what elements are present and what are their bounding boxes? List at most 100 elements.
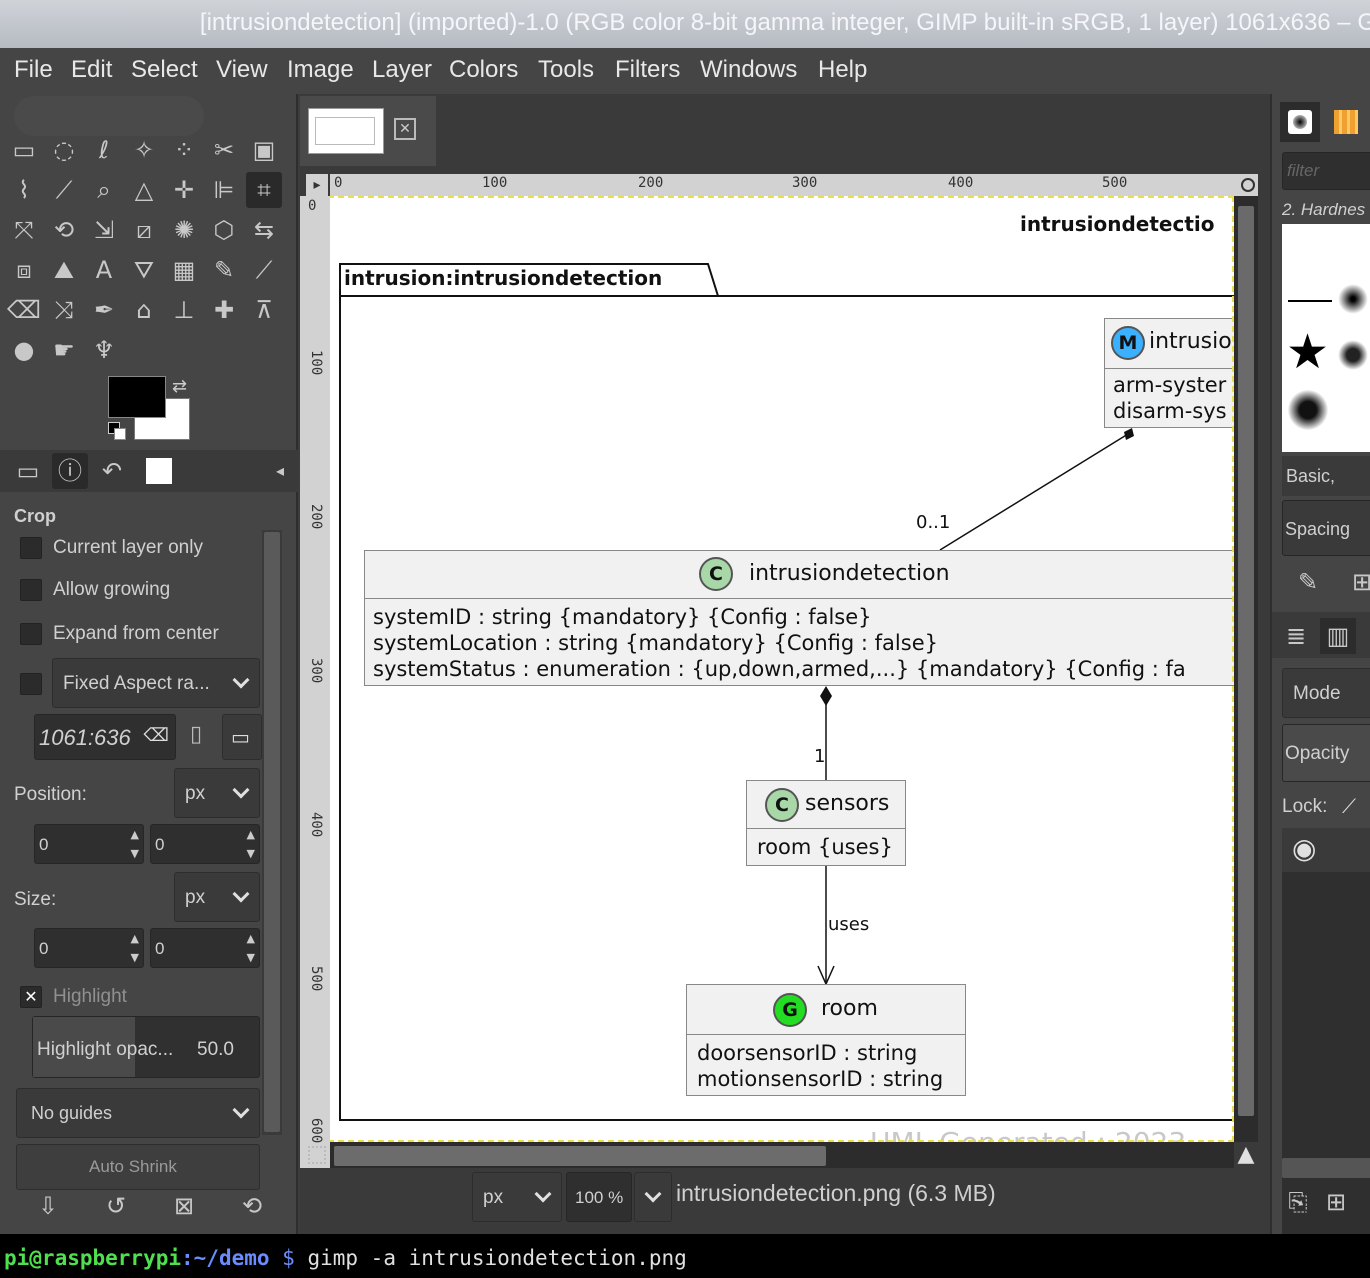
zoom-fit-icon[interactable]: [1238, 174, 1258, 196]
aspect-ratio-input[interactable]: 1061:636 ⌫: [34, 714, 176, 760]
size-height-input[interactable]: 0 ▲ ▼: [150, 928, 260, 968]
ellipse-select-icon[interactable]: ◌: [46, 132, 82, 168]
configure-tab-icon[interactable]: ◂: [262, 453, 298, 489]
spin-buttons-icon[interactable]: ▲ ▼: [247, 825, 255, 863]
size-unit-dropdown[interactable]: px: [174, 872, 260, 922]
clone-icon[interactable]: ⊥: [166, 292, 202, 328]
airbrush-icon[interactable]: ⤨: [46, 292, 82, 328]
align-icon[interactable]: ⊫: [206, 172, 242, 208]
shear-icon[interactable]: ⧄: [126, 212, 162, 248]
scissors-icon[interactable]: ✂: [206, 132, 242, 168]
image-tab[interactable]: ✕: [300, 96, 436, 166]
zoom-icon[interactable]: ⌕: [86, 172, 122, 208]
warp-transform-icon[interactable]: ⛰: [46, 252, 82, 288]
paths-icon[interactable]: ⌇: [6, 172, 42, 208]
lasso-icon[interactable]: ℓ: [86, 132, 122, 168]
navigate-icon[interactable]: [308, 1146, 326, 1164]
new-layer-group-icon[interactable]: ⊞: [1318, 1184, 1354, 1220]
perspective-icon[interactable]: ⬡: [206, 212, 242, 248]
paintbrush-icon[interactable]: ⟋: [246, 252, 282, 288]
tool-options-tab-icon[interactable]: ▭: [10, 453, 46, 489]
highlight-checkbox[interactable]: ✕: [20, 986, 42, 1008]
zoom-dropdown[interactable]: [634, 1172, 672, 1222]
intrusiondetection-class-box[interactable]: C intrusiondetection systemID : string {…: [364, 550, 1234, 686]
select-by-color-icon[interactable]: ⁘: [166, 132, 202, 168]
clear-icon[interactable]: ⌫: [144, 725, 169, 746]
quick-mask-toggle-icon[interactable]: ▸: [306, 174, 328, 196]
dodge-burn-icon[interactable]: ♆: [86, 332, 122, 368]
terminal-line[interactable]: pi@raspberrypi:~/demo $ gimp -a intrusio…: [0, 1234, 1370, 1278]
save-options-icon[interactable]: ⇩: [30, 1188, 66, 1224]
brushes-tab[interactable]: [1280, 102, 1320, 142]
new-layer-icon[interactable]: ⎘: [1280, 1184, 1316, 1220]
fuzzy-select-icon[interactable]: ✧: [126, 132, 162, 168]
gradient-icon[interactable]: ▦: [166, 252, 202, 288]
layers-scrollbar[interactable]: [1282, 1158, 1370, 1178]
brush-grid[interactable]: ★: [1282, 224, 1370, 452]
vertical-ruler[interactable]: 0 100 200 300 400 500 600: [300, 196, 330, 1240]
menu-view[interactable]: View: [216, 56, 268, 84]
undo-history-tab-icon[interactable]: ↶: [94, 453, 130, 489]
highlight-opacity-slider[interactable]: Highlight opac... 50.0: [32, 1016, 260, 1078]
allow-growing-checkbox[interactable]: [20, 579, 42, 601]
lock-pixels-icon[interactable]: ⟋: [1342, 794, 1356, 818]
menu-edit[interactable]: Edit: [71, 56, 112, 84]
guides-dropdown[interactable]: No guides: [16, 1088, 260, 1138]
rotate-icon[interactable]: ⟲: [46, 212, 82, 248]
spin-buttons-icon[interactable]: ▲ ▼: [247, 929, 255, 967]
current-layer-only-checkbox[interactable]: [20, 537, 42, 559]
portrait-icon[interactable]: ▯: [190, 722, 202, 747]
menu-layer[interactable]: Layer: [372, 56, 432, 84]
module-class-box[interactable]: M intrusio arm-syster disarm-sys: [1104, 318, 1234, 428]
unit-dropdown[interactable]: px: [472, 1172, 562, 1222]
pencil-icon[interactable]: ✎: [206, 252, 242, 288]
window-titlebar[interactable]: [intrusiondetection] (imported)-1.0 (RGB…: [0, 0, 1370, 48]
text-icon[interactable]: A: [86, 252, 122, 288]
layers-tab-icon[interactable]: ≣: [1278, 618, 1314, 654]
images-tab-icon[interactable]: [146, 458, 172, 484]
fixed-aspect-dropdown[interactable]: Fixed Aspect ra...: [52, 658, 260, 708]
close-tab-icon[interactable]: ✕: [394, 118, 416, 140]
menu-file[interactable]: File: [14, 56, 53, 84]
patterns-tab[interactable]: [1326, 102, 1366, 142]
brush-filter-input[interactable]: filter: [1282, 152, 1370, 190]
menu-filters[interactable]: Filters: [615, 56, 680, 84]
menu-select[interactable]: Select: [131, 56, 198, 84]
unified-transform-icon[interactable]: ⤧: [6, 212, 42, 248]
ink-icon[interactable]: ✒: [86, 292, 122, 328]
horizontal-scroll-thumb[interactable]: [334, 1146, 826, 1166]
menu-windows[interactable]: Windows: [700, 56, 797, 84]
delete-options-icon[interactable]: ⊠: [166, 1188, 202, 1224]
vertical-scroll-thumb[interactable]: [1238, 206, 1254, 1116]
visibility-eye-icon[interactable]: ◉: [1292, 832, 1316, 865]
options-scrollbar[interactable]: [262, 530, 282, 1135]
perspective-clone-icon[interactable]: ⊼: [246, 292, 282, 328]
cage-transform-icon[interactable]: ⧈: [6, 252, 42, 288]
smudge-icon[interactable]: ☛: [46, 332, 82, 368]
menu-help[interactable]: Help: [818, 56, 867, 84]
default-colors-icon[interactable]: [108, 422, 126, 440]
heal-icon[interactable]: ✚: [206, 292, 242, 328]
expand-from-center-checkbox[interactable]: [20, 623, 42, 645]
foreground-select-icon[interactable]: ▣: [246, 132, 282, 168]
menu-image[interactable]: Image: [287, 56, 354, 84]
warp-icon[interactable]: ✺: [166, 212, 202, 248]
edit-brush-icon[interactable]: ✎: [1290, 564, 1326, 600]
scale-icon[interactable]: ⇲: [86, 212, 122, 248]
layer-mode-dropdown[interactable]: Mode: [1282, 668, 1370, 718]
swap-colors-icon[interactable]: ⇄: [172, 376, 187, 397]
new-brush-icon[interactable]: ⊞: [1344, 564, 1370, 600]
menu-colors[interactable]: Colors: [449, 56, 518, 84]
position-x-input[interactable]: 0 ▲ ▼: [34, 824, 144, 864]
auto-shrink-button[interactable]: Auto Shrink: [16, 1144, 260, 1190]
size-width-input[interactable]: 0 ▲ ▼: [34, 928, 144, 968]
bucket-fill-icon[interactable]: ⛛: [126, 252, 162, 288]
mypaint-brush-icon[interactable]: ⌂: [126, 292, 162, 328]
blur-icon[interactable]: ●: [6, 332, 42, 368]
horizontal-scrollbar[interactable]: [330, 1142, 1234, 1168]
device-status-tab-icon[interactable]: ⓘ: [52, 453, 88, 489]
foreground-color-swatch[interactable]: [108, 376, 166, 418]
crop-icon[interactable]: ⌗: [246, 172, 282, 208]
brush-set-field[interactable]: Basic,: [1282, 456, 1370, 496]
zoom-input[interactable]: 100 %: [566, 1172, 632, 1222]
